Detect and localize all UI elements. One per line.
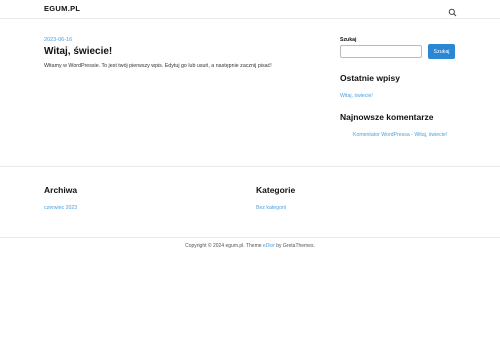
comment-post-link[interactable]: Witaj, świecie! — [414, 132, 447, 138]
divider — [0, 237, 500, 238]
search-widget: Szukaj Szukaj — [340, 37, 460, 59]
recent-post-link[interactable]: Witaj, świecie! — [340, 93, 373, 99]
category-link[interactable]: Bez kategorii — [256, 205, 286, 211]
categories-heading: Kategorie — [256, 185, 296, 195]
theme-author-text: by GretaThemes. — [274, 243, 315, 249]
post-date[interactable]: 2023-06-16 — [44, 37, 324, 43]
post-entry: 2023-06-16 Witaj, świecie! Witamy w Word… — [44, 37, 324, 69]
site-title[interactable]: EGUM.PL — [44, 4, 80, 13]
post-title[interactable]: Witaj, świecie! — [44, 46, 324, 57]
search-button[interactable]: Szukaj — [428, 44, 455, 59]
archives-heading: Archiwa — [44, 185, 78, 195]
divider — [0, 166, 500, 167]
post-excerpt: Witamy w WordPressie. To jest twój pierw… — [44, 63, 272, 69]
comment-author-link[interactable]: Komentator WordPressa — [353, 132, 410, 138]
search-input[interactable] — [340, 45, 422, 58]
archive-link[interactable]: czerwiec 2023 — [44, 205, 77, 211]
copyright-text: Copyright © 2024 egum.pl. Theme — [185, 243, 263, 249]
search-label: Szukaj — [340, 37, 357, 43]
search-icon[interactable] — [448, 4, 457, 17]
recent-comment-item: Komentator WordPressa - Witaj, świecie! — [353, 132, 447, 138]
recent-posts-heading: Ostatnie wpisy — [340, 73, 400, 83]
theme-link[interactable]: eDior — [263, 243, 275, 249]
recent-comments-heading: Najnowsze komentarze — [340, 112, 434, 122]
site-header: EGUM.PL — [0, 0, 500, 19]
site-footer: Copyright © 2024 egum.pl. Theme eDior by… — [0, 243, 500, 249]
